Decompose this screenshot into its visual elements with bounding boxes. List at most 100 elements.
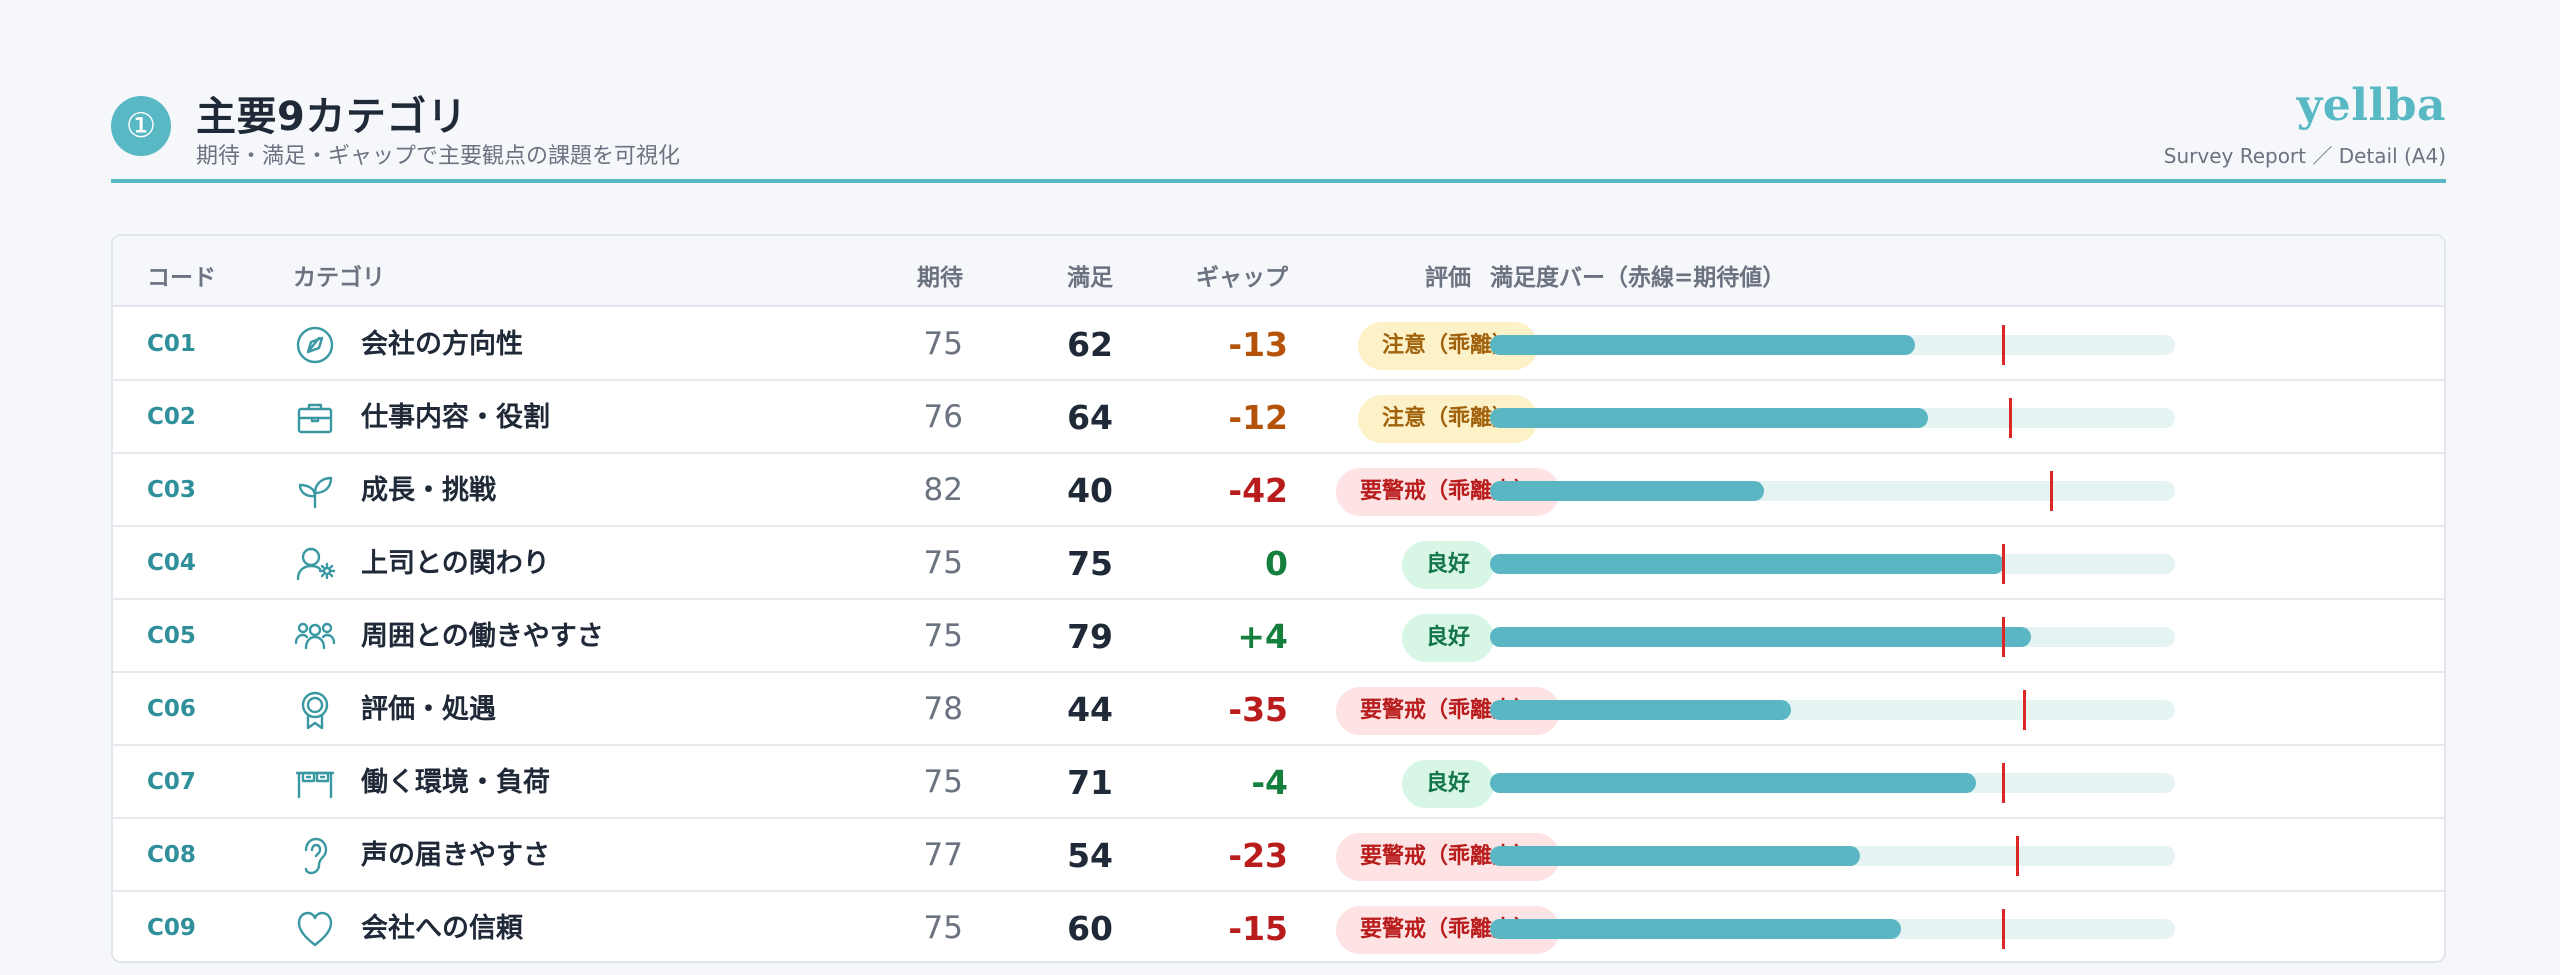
row-satisfaction: 54	[1067, 836, 1113, 875]
row-satisfaction: 40	[1067, 471, 1113, 510]
rating-badge: 良好	[1401, 613, 1494, 662]
satisfaction-bar-track	[1490, 325, 2175, 365]
satisfaction-bar-track	[1490, 909, 2175, 949]
expectation-marker	[2015, 836, 2019, 876]
row-gap: -12	[1228, 398, 1288, 437]
expectation-marker	[2002, 617, 2006, 657]
compass-icon	[296, 326, 334, 364]
satisfaction-bar-track	[1490, 836, 2175, 876]
satisfaction-bar-track	[1490, 398, 2175, 438]
row-gap: -42	[1228, 471, 1288, 510]
row-satisfaction: 62	[1067, 325, 1113, 364]
row-code: C07	[147, 769, 196, 795]
expectation-marker	[2002, 763, 2006, 803]
row-category: 評価・処遇	[361, 694, 496, 725]
rating-badge: 良好	[1401, 759, 1494, 808]
briefcase-icon	[297, 403, 333, 434]
satisfaction-bar-fill	[1490, 554, 2004, 574]
satisfaction-bar-fill	[1490, 481, 1764, 501]
row-category: 働く環境・負荷	[361, 767, 550, 798]
column-header-code: コード	[147, 265, 216, 291]
satisfaction-bar-fill	[1490, 627, 2032, 647]
satisfaction-bar-track	[1490, 471, 2175, 511]
row-category: 上司との関わり	[361, 548, 550, 579]
expectation-marker	[2002, 544, 2006, 584]
table-row: C02 仕事内容・役割 76 64 -12 注意（乖離）	[113, 381, 2444, 454]
row-expectation: 78	[923, 691, 963, 727]
row-code: C08	[147, 842, 196, 868]
row-code: C06	[147, 696, 196, 722]
satisfaction-bar-fill	[1490, 773, 1977, 793]
table-row: C05 周囲との働きやすさ 75 79 +4 良好	[113, 600, 2444, 673]
rating-badge: 良好	[1401, 540, 1494, 589]
row-gap: -13	[1228, 325, 1288, 364]
expectation-marker	[2022, 690, 2026, 730]
row-code: C05	[147, 623, 196, 649]
expectation-marker	[2009, 398, 2013, 438]
column-header-bar: 満足度バー（赤線=期待値）	[1490, 265, 1786, 291]
satisfaction-bar-fill	[1490, 919, 1901, 939]
satisfaction-bar-track	[1490, 617, 2175, 657]
row-expectation: 75	[923, 764, 963, 800]
row-gap: -35	[1228, 690, 1288, 729]
row-gap: -4	[1251, 763, 1288, 802]
row-category: 声の届きやすさ	[361, 840, 550, 871]
row-category: 仕事内容・役割	[361, 402, 550, 433]
row-expectation: 75	[923, 910, 963, 946]
table-row: C03 成長・挑戦 82 40 -42 要警戒（乖離大）	[113, 454, 2444, 527]
row-category: 成長・挑戦	[361, 475, 496, 506]
page-title: 主要9カテゴリ	[196, 94, 468, 140]
table-row: C09 会社への信頼 75 60 -15 要警戒（乖離大）	[113, 892, 2444, 961]
row-expectation: 75	[923, 326, 963, 362]
column-header-gap: ギャップ	[1196, 265, 1288, 291]
table-row: C07 働く環境・負荷 75 71 -4 良好	[113, 746, 2444, 819]
expectation-marker	[2050, 471, 2054, 511]
sprout-icon	[298, 476, 333, 509]
row-satisfaction: 64	[1067, 398, 1113, 437]
user-gear-icon	[296, 547, 336, 581]
row-expectation: 75	[923, 545, 963, 581]
expectation-marker	[2002, 325, 2006, 365]
column-header-expectation: 期待	[917, 265, 963, 291]
table-row: C04 上司との関わり 75 75 0 良好	[113, 527, 2444, 600]
row-code: C03	[147, 477, 196, 503]
header-divider	[111, 179, 2446, 183]
row-satisfaction: 44	[1067, 690, 1113, 729]
column-header-category: カテゴリ	[293, 265, 385, 291]
row-category: 会社への信頼	[361, 913, 523, 944]
table-row: C08 声の届きやすさ 77 54 -23 要警戒（乖離大）	[113, 819, 2444, 892]
row-expectation: 82	[923, 472, 963, 508]
satisfaction-bar-track	[1490, 544, 2175, 584]
award-icon	[301, 691, 329, 730]
row-category: 周囲との働きやすさ	[361, 621, 604, 652]
row-code: C04	[147, 550, 196, 576]
row-satisfaction: 79	[1067, 617, 1113, 656]
row-expectation: 75	[923, 618, 963, 654]
page-header: ① 主要9カテゴリ 期待・満足・ギャップで主要観点の課題を可視化 yellba …	[111, 80, 2446, 184]
row-code: C01	[147, 331, 196, 357]
satisfaction-bar-fill	[1490, 408, 1929, 428]
team-icon	[294, 622, 336, 650]
row-satisfaction: 71	[1067, 763, 1113, 802]
row-satisfaction: 75	[1067, 544, 1113, 583]
row-expectation: 76	[923, 399, 963, 435]
satisfaction-bar-fill	[1490, 335, 1915, 355]
column-header-satisfaction: 満足	[1067, 265, 1113, 291]
category-table: コード カテゴリ 期待 満足 ギャップ 評価 満足度バー（赤線=期待値） C01…	[111, 234, 2446, 963]
desk-icon	[295, 771, 335, 799]
row-category: 会社の方向性	[361, 329, 523, 360]
table-row: C06 評価・処遇 78 44 -35 要警戒（乖離大）	[113, 673, 2444, 746]
page-subtitle: 期待・満足・ギャップで主要観点の課題を可視化	[196, 144, 681, 169]
brand-logo: yellba	[2296, 80, 2446, 131]
row-gap: -23	[1228, 836, 1288, 875]
row-code: C02	[147, 404, 196, 430]
satisfaction-bar-track	[1490, 763, 2175, 803]
row-expectation: 77	[923, 837, 963, 873]
row-satisfaction: 60	[1067, 909, 1113, 948]
row-gap: -15	[1228, 909, 1288, 948]
row-gap: 0	[1265, 544, 1288, 583]
table-header: コード カテゴリ 期待 満足 ギャップ 評価 満足度バー（赤線=期待値）	[113, 236, 2444, 307]
section-number-badge: ①	[111, 96, 171, 156]
row-code: C09	[147, 915, 196, 941]
row-gap: +4	[1237, 617, 1288, 656]
